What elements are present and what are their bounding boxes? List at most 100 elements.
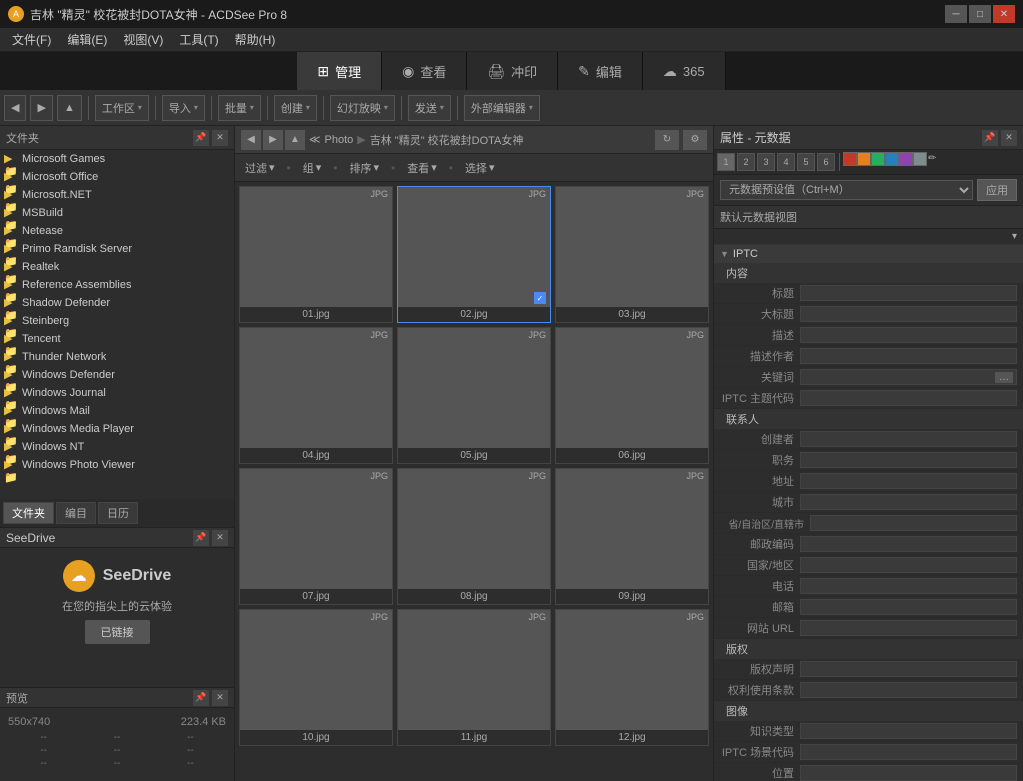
meta-tab-6[interactable]: 6: [817, 153, 835, 171]
tree-item-14[interactable]: ▶ 📁Windows Mail: [0, 402, 234, 420]
photo-item-8[interactable]: JPG09.jpg: [555, 468, 709, 605]
meta-tab-1[interactable]: 1: [717, 153, 735, 171]
meta-tab-4[interactable]: 4: [777, 153, 795, 171]
field-zipcode-value[interactable]: [800, 536, 1017, 552]
refresh-button[interactable]: ↻: [655, 130, 679, 150]
field-rights-usage-value[interactable]: [800, 682, 1017, 698]
menu-help[interactable]: 帮助(H): [227, 29, 284, 50]
field-title-value[interactable]: [800, 285, 1017, 301]
tree-item-7[interactable]: ▶ 📁Reference Assemblies: [0, 276, 234, 294]
tree-item-10[interactable]: ▶ 📁Tencent: [0, 330, 234, 348]
nav-up-button[interactable]: ▲: [285, 130, 305, 150]
photo-item-5[interactable]: JPG06.jpg: [555, 327, 709, 464]
field-email-value[interactable]: [800, 599, 1017, 615]
photo-item-1[interactable]: JPG✓02.jpg: [397, 186, 551, 323]
view-button[interactable]: 查看 ▾: [403, 158, 441, 178]
iptc-section-header[interactable]: ▼ IPTC: [714, 245, 1023, 263]
tree-item-4[interactable]: ▶ 📁Netease: [0, 222, 234, 240]
slideshow-button[interactable]: 幻灯放映 ▾: [330, 95, 395, 121]
meta-pin-button[interactable]: 📌: [982, 130, 998, 146]
photo-item-10[interactable]: JPG11.jpg: [397, 609, 551, 746]
breadcrumb-part1[interactable]: Photo: [325, 134, 354, 146]
meta-tab-5[interactable]: 5: [797, 153, 815, 171]
field-phone-value[interactable]: [800, 578, 1017, 594]
field-knowledge-type-value[interactable]: [800, 723, 1017, 739]
nav-back-button[interactable]: ◀: [241, 130, 261, 150]
tree-item-9[interactable]: ▶ 📁Steinberg: [0, 312, 234, 330]
photo-item-9[interactable]: JPG10.jpg: [239, 609, 393, 746]
batch-button[interactable]: 批量 ▾: [218, 95, 261, 121]
apply-button[interactable]: 应用: [977, 179, 1017, 201]
tree-item-8[interactable]: ▶ 📁Shadow Defender: [0, 294, 234, 312]
photo-item-2[interactable]: JPG03.jpg: [555, 186, 709, 323]
edit-swatches-icon[interactable]: ✏: [927, 152, 937, 172]
color-swatch-purple[interactable]: [899, 152, 913, 166]
field-iptc-code-value[interactable]: [800, 390, 1017, 406]
tab-catalog[interactable]: 编目: [56, 502, 96, 524]
meta-close-button[interactable]: ✕: [1001, 130, 1017, 146]
color-swatch-blue[interactable]: [885, 152, 899, 166]
preview-pin-button[interactable]: 📌: [193, 690, 209, 706]
up-button[interactable]: ▲: [57, 95, 82, 121]
field-keywords-value[interactable]: …: [800, 369, 1017, 385]
tab-calendar[interactable]: 日历: [98, 502, 138, 524]
tree-item-11[interactable]: ▶ 📁Thunder Network: [0, 348, 234, 366]
tab-manage[interactable]: ⊞ 管理: [297, 52, 382, 90]
tree-item-17[interactable]: ▶ 📁Windows Photo Viewer: [0, 456, 234, 474]
color-swatch-red[interactable]: [843, 152, 857, 166]
field-iptc-scene-value[interactable]: [800, 744, 1017, 760]
seedrive-pin-button[interactable]: 📌: [193, 530, 209, 546]
photo-item-0[interactable]: JPG01.jpg: [239, 186, 393, 323]
photo-item-4[interactable]: JPG05.jpg: [397, 327, 551, 464]
field-desc-author-value[interactable]: [800, 348, 1017, 364]
field-city-value[interactable]: [800, 494, 1017, 510]
tree-item-2[interactable]: ▶ 📁Microsoft.NET: [0, 186, 234, 204]
tab-folder[interactable]: 文件夹: [3, 502, 54, 524]
tab-print[interactable]: 🖨 冲印: [467, 52, 558, 90]
field-province-value[interactable]: [810, 515, 1017, 531]
maximize-button[interactable]: □: [969, 5, 991, 23]
tree-item-16[interactable]: ▶ 📁Windows NT: [0, 438, 234, 456]
field-creator-value[interactable]: [800, 431, 1017, 447]
sidebar-close-button[interactable]: ✕: [212, 130, 228, 146]
tab-365[interactable]: ☁ 365: [643, 52, 726, 90]
sidebar-pin-button[interactable]: 📌: [193, 130, 209, 146]
meta-tab-3[interactable]: 3: [757, 153, 775, 171]
field-copyright-value[interactable]: [800, 661, 1017, 677]
meta-view-dropdown-arrow[interactable]: ▾: [1012, 231, 1017, 242]
tab-view[interactable]: ◉ 查看: [382, 52, 467, 90]
menu-tools[interactable]: 工具(T): [171, 29, 226, 50]
tree-item-15[interactable]: ▶ 📁Windows Media Player: [0, 420, 234, 438]
menu-view[interactable]: 视图(V): [115, 29, 171, 50]
tree-item-13[interactable]: ▶ 📁Windows Journal: [0, 384, 234, 402]
send-button[interactable]: 发送 ▾: [408, 95, 451, 121]
field-country-value[interactable]: [800, 557, 1017, 573]
tree-item-3[interactable]: ▶ 📁MSBuild: [0, 204, 234, 222]
nav-forward-button[interactable]: ▶: [263, 130, 283, 150]
select-button[interactable]: 选择 ▾: [461, 158, 499, 178]
photo-item-6[interactable]: JPG07.jpg: [239, 468, 393, 605]
field-website-value[interactable]: [800, 620, 1017, 636]
ext-editor-button[interactable]: 外部编辑器 ▾: [464, 95, 540, 121]
filter-button[interactable]: 过滤 ▾: [241, 158, 279, 178]
seedrive-connect-button[interactable]: 已链接: [85, 620, 150, 644]
tree-item-5[interactable]: ▶ 📁Primo Ramdisk Server: [0, 240, 234, 258]
preset-select[interactable]: 元数据预设值（Ctrl+M）: [720, 180, 973, 200]
photo-item-11[interactable]: JPG12.jpg: [555, 609, 709, 746]
tree-item-0[interactable]: ▶ 📁Microsoft Games: [0, 150, 234, 168]
settings-button[interactable]: ⚙: [683, 130, 707, 150]
close-button[interactable]: ✕: [993, 5, 1015, 23]
tab-edit[interactable]: ✎ 编辑: [558, 52, 643, 90]
field-job-title-value[interactable]: [800, 452, 1017, 468]
breadcrumb-part2[interactable]: 吉林 "精灵" 校花被封DOTA女神: [370, 132, 524, 148]
seedrive-close-button[interactable]: ✕: [212, 530, 228, 546]
preview-close-button[interactable]: ✕: [212, 690, 228, 706]
field-description-value[interactable]: [800, 327, 1017, 343]
tree-item-12[interactable]: ▶ 📁Windows Defender: [0, 366, 234, 384]
menu-file[interactable]: 文件(F): [4, 29, 59, 50]
keywords-more-button[interactable]: …: [995, 372, 1013, 383]
field-headline-value[interactable]: [800, 306, 1017, 322]
tree-item-1[interactable]: ▶ 📁Microsoft Office: [0, 168, 234, 186]
color-swatch-orange[interactable]: [857, 152, 871, 166]
workspace-button[interactable]: 工作区 ▾: [95, 95, 149, 121]
